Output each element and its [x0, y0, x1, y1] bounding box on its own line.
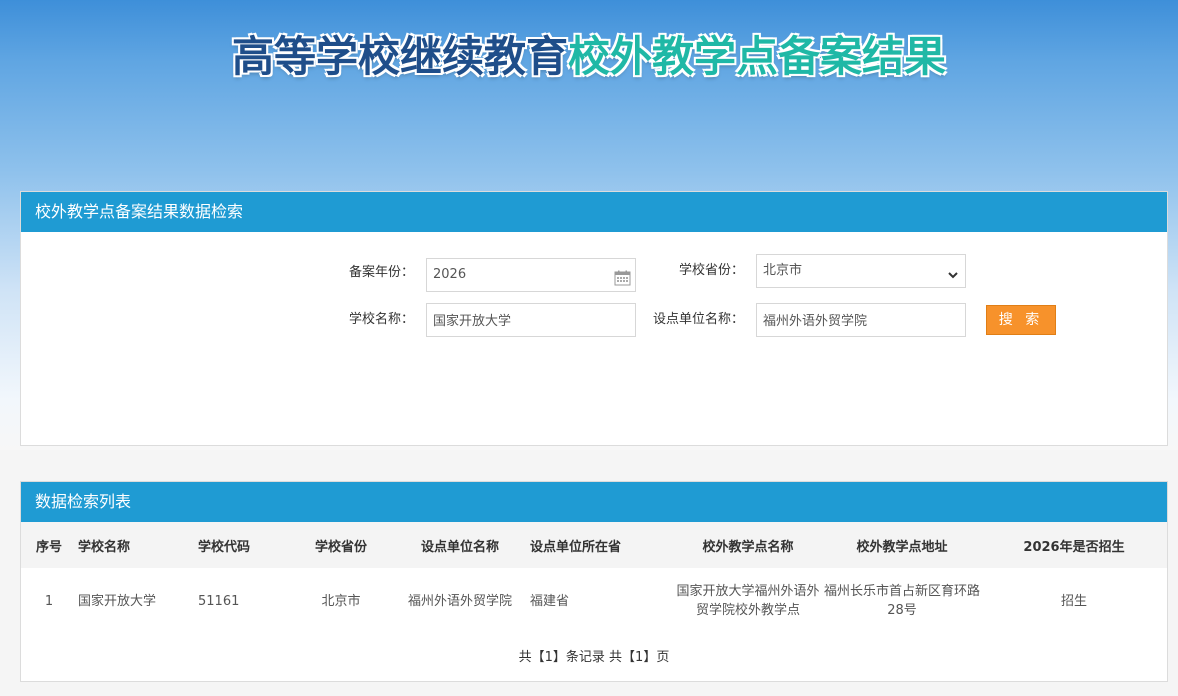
school-input[interactable] [433, 304, 635, 334]
unit-input[interactable] [763, 304, 965, 334]
page-title-part2: 校外教学点备案结果 [568, 32, 947, 81]
column-header: 设点单位所在省 [529, 522, 673, 568]
cell-school: 国家开放大学 [78, 593, 157, 609]
search-panel: 校外教学点备案结果数据检索 备案年份： 学校省份： 北京市 学校名称： 设点单 [20, 191, 1168, 446]
province-select-value: 北京市 [763, 263, 803, 278]
list-panel-title: 数据检索列表 [21, 482, 1167, 522]
column-header: 学校名称 [77, 522, 197, 568]
cell-unit: 福州外语外贸学院 [407, 593, 512, 609]
cell-code: 51161 [198, 593, 240, 609]
cell-unit-province: 福建省 [530, 593, 570, 609]
column-header: 序号 [21, 522, 77, 568]
province-label: 学校省份： [678, 263, 744, 278]
chevron-down-icon [947, 263, 959, 295]
cell-index: 1 [44, 593, 54, 609]
column-header: 校外教学点名称 [673, 522, 823, 568]
year-field[interactable] [426, 258, 636, 292]
list-panel: 数据检索列表 序号 学校名称 学校代码 学校省份 设点单位名称 设点单位所在省 … [20, 481, 1168, 682]
year-input[interactable] [433, 259, 635, 290]
unit-label: 设点单位名称： [652, 312, 744, 327]
column-header: 学校代码 [197, 522, 291, 568]
cell-site-name: 国家开放大学福州外语外贸学院校外教学点 [676, 584, 820, 618]
school-field[interactable] [426, 303, 636, 337]
page-title: 高等学校继续教育校外教学点备案结果 [0, 30, 1178, 84]
page-title-part1: 高等学校继续教育 [231, 32, 568, 81]
search-panel-title: 校外教学点备案结果数据检索 [21, 192, 1167, 232]
table-row: 1 国家开放大学 51161 北京市 福州外语外贸学院 福建省 国家开放大学福州… [21, 568, 1167, 634]
province-select[interactable]: 北京市 [756, 254, 966, 288]
pagination-info: 共【1】条记录 共【1】页 [518, 650, 670, 665]
unit-field[interactable] [756, 303, 966, 337]
column-header: 设点单位名称 [391, 522, 529, 568]
results-table: 序号 学校名称 学校代码 学校省份 设点单位名称 设点单位所在省 校外教学点名称… [21, 522, 1167, 634]
year-label: 备案年份： [348, 265, 414, 280]
search-button[interactable]: 搜 索 [986, 305, 1056, 335]
school-label: 学校名称： [348, 312, 414, 327]
column-header: 校外教学点地址 [823, 522, 981, 568]
table-header-row: 序号 学校名称 学校代码 学校省份 设点单位名称 设点单位所在省 校外教学点名称… [21, 522, 1167, 568]
cell-site-address: 福州长乐市首占新区育环路28号 [824, 584, 981, 618]
cell-enrolling: 招生 [1060, 593, 1087, 609]
column-header: 学校省份 [291, 522, 391, 568]
cell-province: 北京市 [321, 593, 361, 609]
column-header: 2026年是否招生 [981, 522, 1167, 568]
